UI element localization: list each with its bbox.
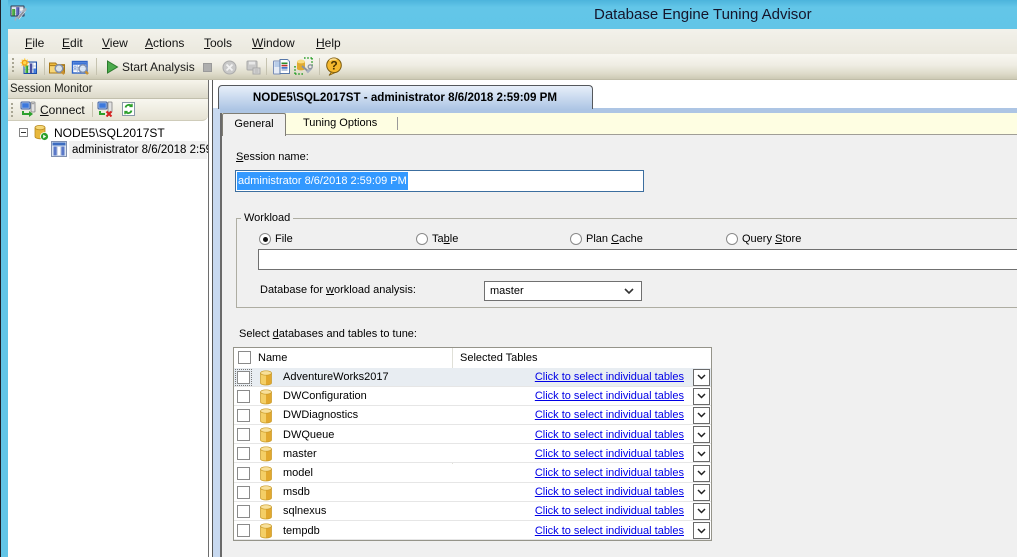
svg-text:?: ? xyxy=(330,59,337,73)
